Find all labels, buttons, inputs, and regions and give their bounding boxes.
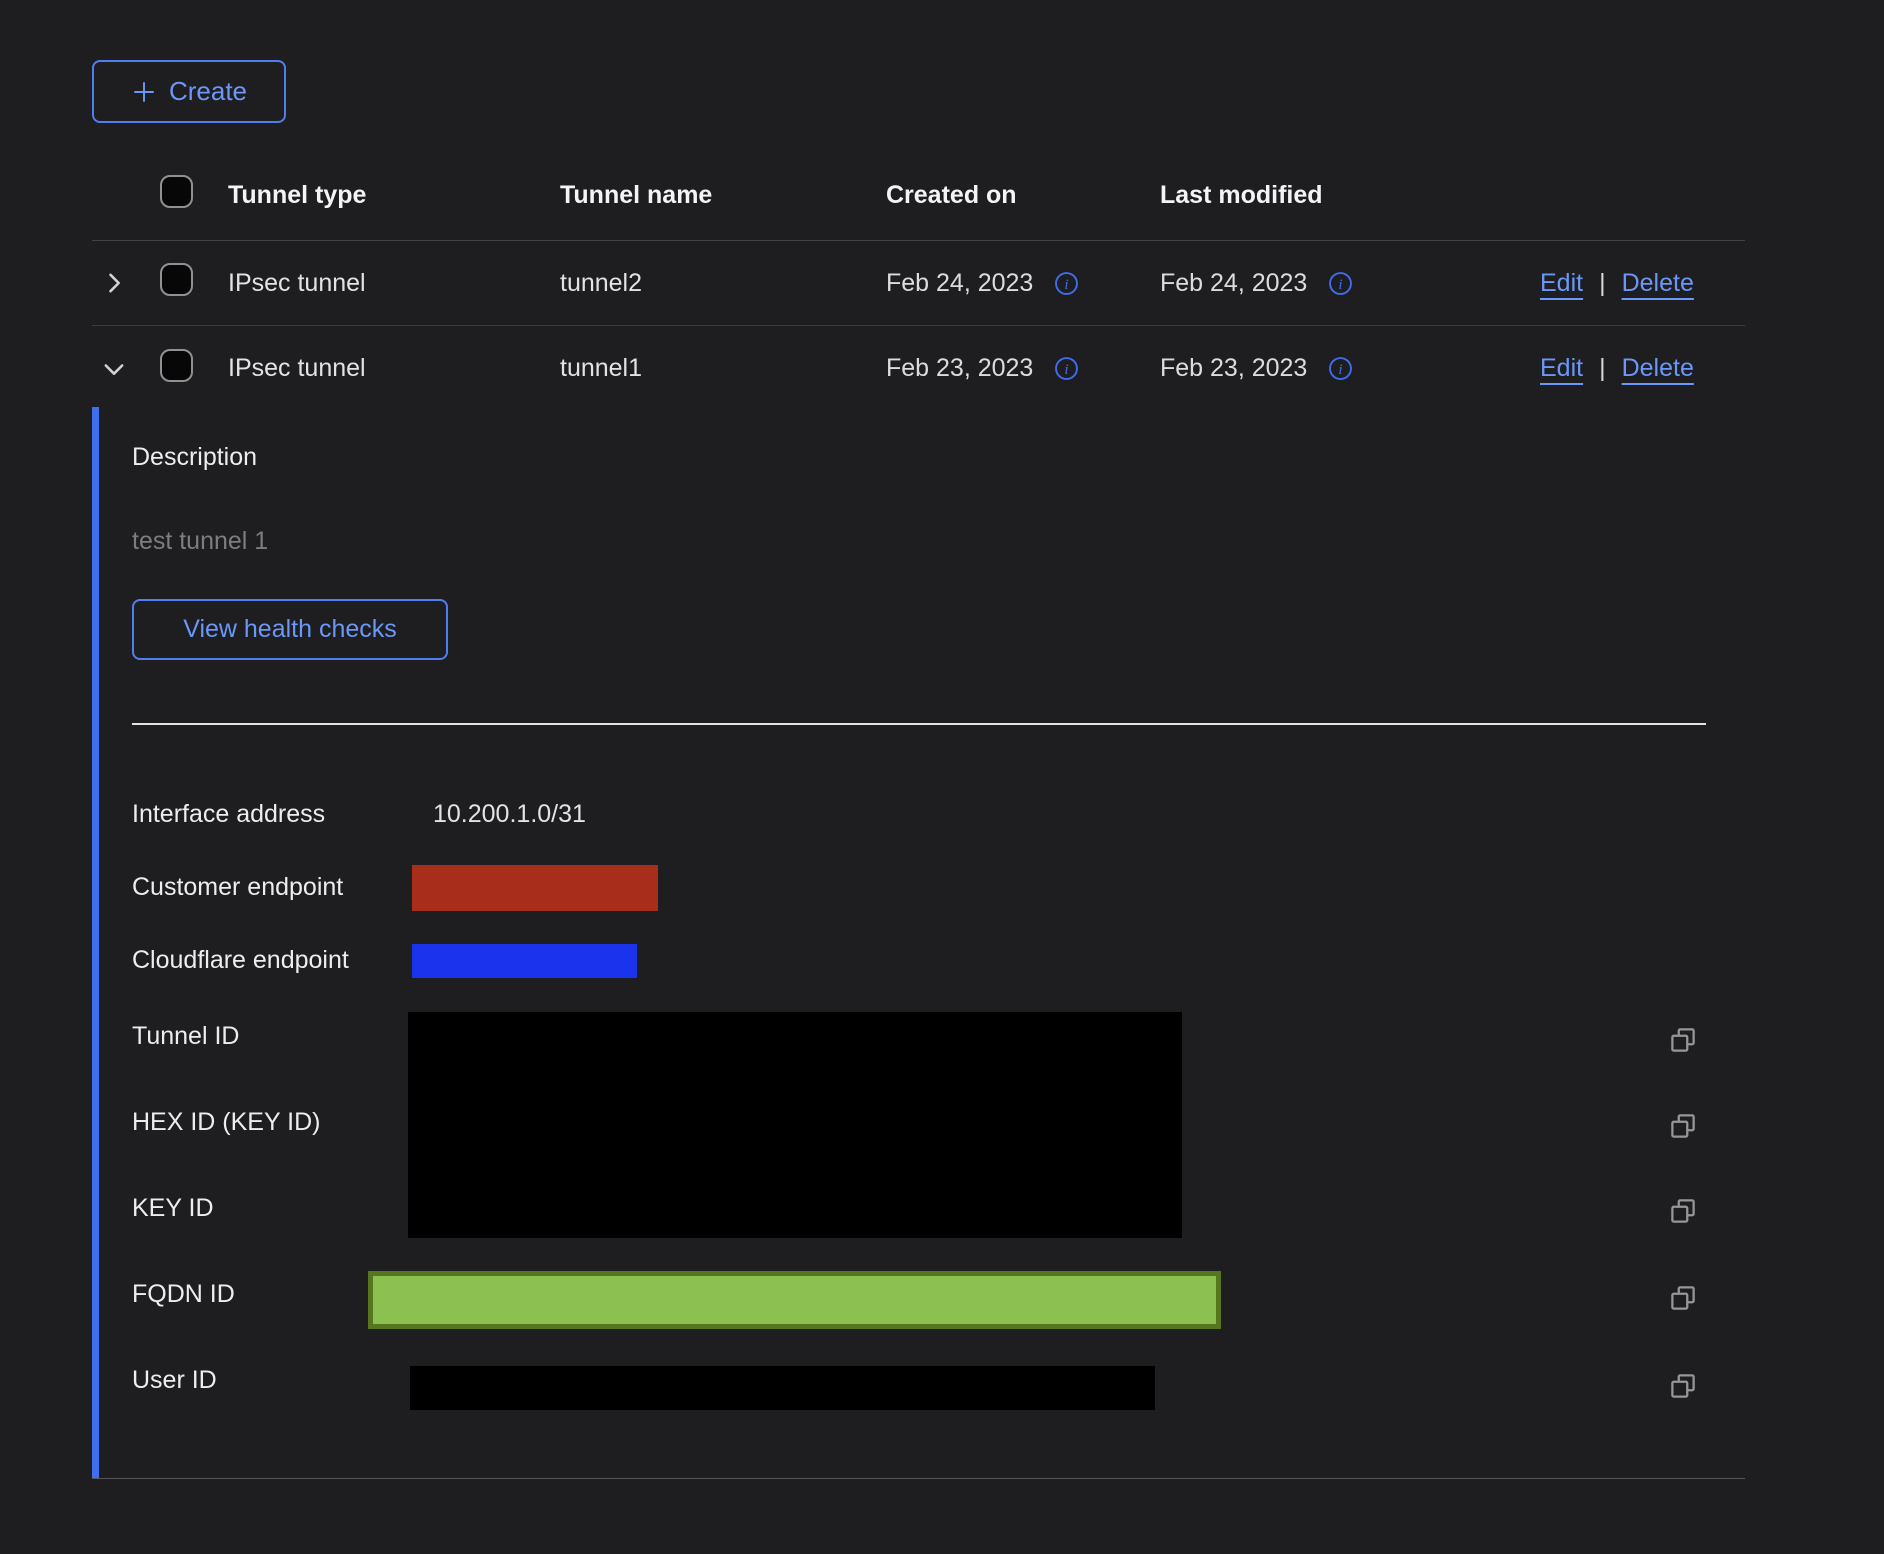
info-icon[interactable]: i (1327, 355, 1354, 382)
copy-icon (1666, 1194, 1700, 1228)
delete-link[interactable]: Delete (1622, 354, 1694, 383)
table-row: IPsec tunnel tunnel1 Feb 23, 2023 i Feb … (92, 326, 1745, 411)
last-modified-cell: Feb 24, 2023 (1160, 269, 1307, 298)
copy-icon (1666, 1023, 1700, 1057)
delete-link[interactable]: Delete (1622, 269, 1694, 298)
table-header-row: Tunnel type Tunnel name Created on Last … (92, 150, 1745, 241)
view-health-checks-button[interactable]: View health checks (132, 599, 448, 660)
chevron-down-icon (100, 355, 128, 383)
actions-separator: | (1599, 269, 1606, 298)
info-icon[interactable]: i (1053, 270, 1080, 297)
tunnel-type-cell: IPsec tunnel (228, 354, 560, 383)
copy-icon (1666, 1109, 1700, 1143)
copy-user-id-button[interactable] (1664, 1367, 1702, 1405)
copy-icon (1666, 1369, 1700, 1403)
description-label: Description (132, 443, 257, 472)
ids-redacted-value (408, 1012, 1182, 1238)
svg-text:i: i (1065, 361, 1069, 378)
customer-endpoint-redacted-value (412, 865, 658, 911)
created-on-cell: Feb 23, 2023 (886, 354, 1033, 383)
cloudflare-endpoint-redacted-value (412, 944, 637, 978)
created-on-cell: Feb 24, 2023 (886, 269, 1033, 298)
col-header-tunnel-type: Tunnel type (228, 181, 560, 210)
row-checkbox[interactable] (160, 263, 193, 296)
copy-tunnel-id-button[interactable] (1664, 1021, 1702, 1059)
copy-icon (1666, 1281, 1700, 1315)
tunnel-name-cell: tunnel1 (560, 354, 886, 383)
field-label-key-id: KEY ID (132, 1194, 214, 1223)
plus-icon (131, 79, 157, 105)
create-button-label: Create (169, 76, 247, 107)
field-label-user-id: User ID (132, 1366, 217, 1395)
col-header-created-on: Created on (886, 181, 1160, 210)
tunnel-details-panel: Description test tunnel 1 View health ch… (92, 407, 1745, 1479)
copy-hex-id-button[interactable] (1664, 1107, 1702, 1145)
tunnel-type-cell: IPsec tunnel (228, 269, 560, 298)
field-label-customer-endpoint: Customer endpoint (132, 873, 343, 902)
expand-row-button[interactable] (92, 269, 128, 297)
description-value: test tunnel 1 (132, 527, 268, 556)
collapse-row-button[interactable] (92, 355, 128, 383)
svg-text:i: i (1339, 276, 1343, 293)
info-icon[interactable]: i (1327, 270, 1354, 297)
edit-link[interactable]: Edit (1540, 354, 1583, 383)
copy-fqdn-id-button[interactable] (1664, 1279, 1702, 1317)
actions-separator: | (1599, 354, 1606, 383)
user-id-redacted-value (410, 1366, 1155, 1410)
field-label-tunnel-id: Tunnel ID (132, 1022, 239, 1051)
svg-text:i: i (1339, 361, 1343, 378)
field-label-interface-address: Interface address (132, 800, 325, 829)
svg-text:i: i (1065, 276, 1069, 293)
fqdn-id-redacted-value (368, 1271, 1221, 1329)
table-row: IPsec tunnel tunnel2 Feb 24, 2023 i Feb … (92, 241, 1745, 326)
interface-address-value: 10.200.1.0/31 (433, 800, 586, 829)
select-all-checkbox[interactable] (160, 175, 193, 208)
col-header-tunnel-name: Tunnel name (560, 181, 886, 210)
tunnel-name-cell: tunnel2 (560, 269, 886, 298)
create-button[interactable]: Create (92, 60, 286, 123)
field-label-hex-id: HEX ID (KEY ID) (132, 1108, 320, 1137)
tunnels-table: Tunnel type Tunnel name Created on Last … (92, 150, 1745, 411)
row-checkbox[interactable] (160, 349, 193, 382)
info-icon[interactable]: i (1053, 355, 1080, 382)
last-modified-cell: Feb 23, 2023 (1160, 354, 1307, 383)
chevron-right-icon (100, 269, 128, 297)
details-divider (132, 723, 1706, 725)
field-label-fqdn-id: FQDN ID (132, 1280, 235, 1309)
col-header-last-modified: Last modified (1160, 181, 1540, 210)
tunnels-page: Create Tunnel type Tunnel name Created o… (0, 0, 1884, 1554)
edit-link[interactable]: Edit (1540, 269, 1583, 298)
copy-key-id-button[interactable] (1664, 1192, 1702, 1230)
field-label-cloudflare-endpoint: Cloudflare endpoint (132, 946, 349, 975)
